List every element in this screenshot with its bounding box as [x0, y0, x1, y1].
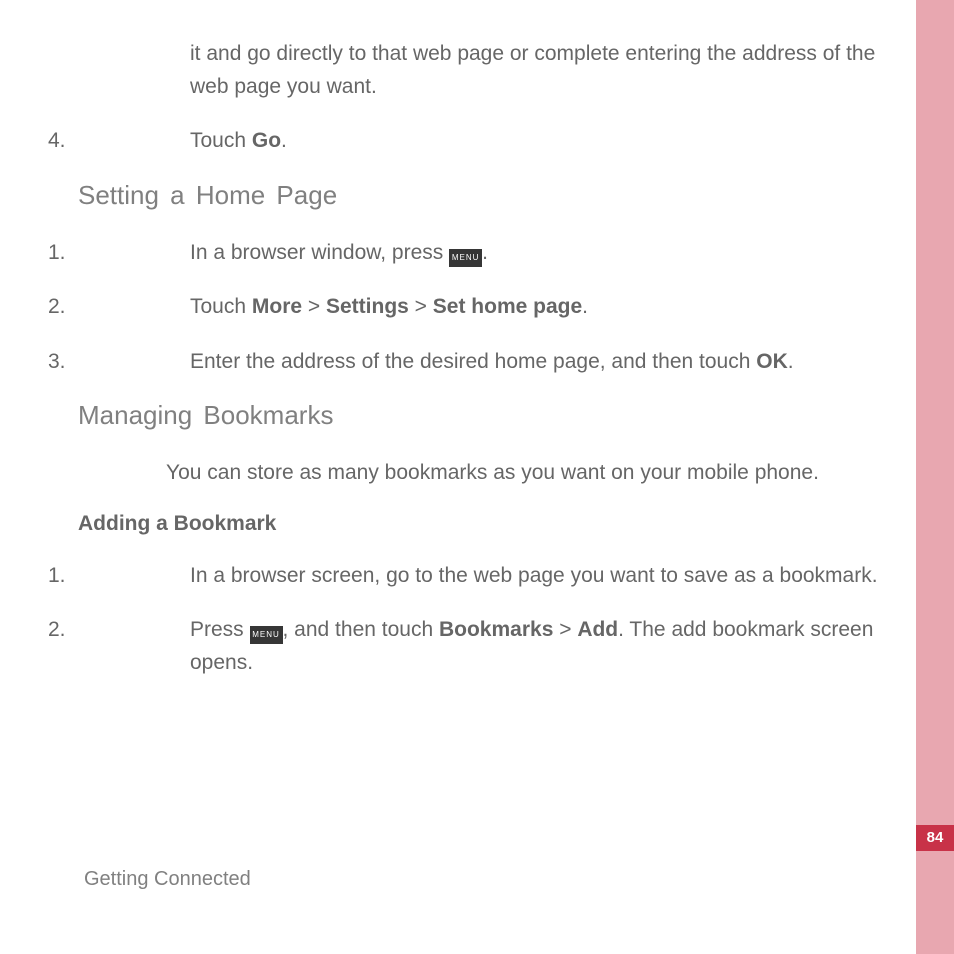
step-bold: Go	[252, 129, 281, 152]
step-number: 2.	[48, 291, 66, 324]
step-text-mid: , and then touch	[283, 618, 439, 641]
heading-setting-home-page: Setting a Home Page	[78, 180, 888, 211]
add-step-1: 1. In a browser screen, go to the web pa…	[78, 560, 888, 593]
step-sep: >	[302, 295, 326, 318]
step-bold: More	[252, 295, 302, 318]
side-accent-bar	[916, 0, 954, 954]
step-bold: Bookmarks	[439, 618, 553, 641]
bookmarks-intro: You can store as many bookmarks as you w…	[78, 457, 888, 490]
step-number: 4.	[48, 125, 66, 158]
menu-icon: MENU	[250, 626, 283, 644]
home-step-3: 3. Enter the address of the desired home…	[78, 346, 888, 379]
step-text-post: .	[788, 350, 794, 373]
step-text: In a browser window, press	[190, 241, 449, 264]
step-bold: Add	[577, 618, 618, 641]
heading-adding-bookmark: Adding a Bookmark	[78, 512, 888, 536]
page-content: it and go directly to that web page or c…	[78, 38, 888, 701]
step-number: 1.	[48, 237, 66, 270]
home-step-1: 1. In a browser window, press MENU.	[78, 237, 888, 270]
intro-fragment: it and go directly to that web page or c…	[78, 38, 888, 103]
step-bold: Set home page	[433, 295, 582, 318]
step-text: Press	[190, 618, 250, 641]
step-text-post: .	[281, 129, 287, 152]
step-sep: >	[553, 618, 577, 641]
step-bold: OK	[756, 350, 788, 373]
page-number-badge: 84	[916, 825, 954, 851]
step-text-post: .	[482, 241, 488, 264]
menu-icon: MENU	[449, 249, 482, 267]
step-text: Touch	[190, 129, 252, 152]
home-step-2: 2. Touch More > Settings > Set home page…	[78, 291, 888, 324]
step-text: Touch	[190, 295, 252, 318]
step-number: 2.	[48, 614, 66, 647]
add-step-2: 2. Press MENU, and then touch Bookmarks …	[78, 614, 888, 679]
step-text-post: .	[582, 295, 588, 318]
step-number: 3.	[48, 346, 66, 379]
step-bold: Settings	[326, 295, 409, 318]
step-sep: >	[409, 295, 433, 318]
step-text: In a browser screen, go to the web page …	[190, 560, 888, 593]
step-text: Enter the address of the desired home pa…	[190, 350, 756, 373]
step-number: 1.	[48, 560, 66, 593]
heading-managing-bookmarks: Managing Bookmarks	[78, 400, 888, 431]
footer-section-title: Getting Connected	[84, 868, 251, 891]
step-4: 4. Touch Go.	[78, 125, 888, 158]
